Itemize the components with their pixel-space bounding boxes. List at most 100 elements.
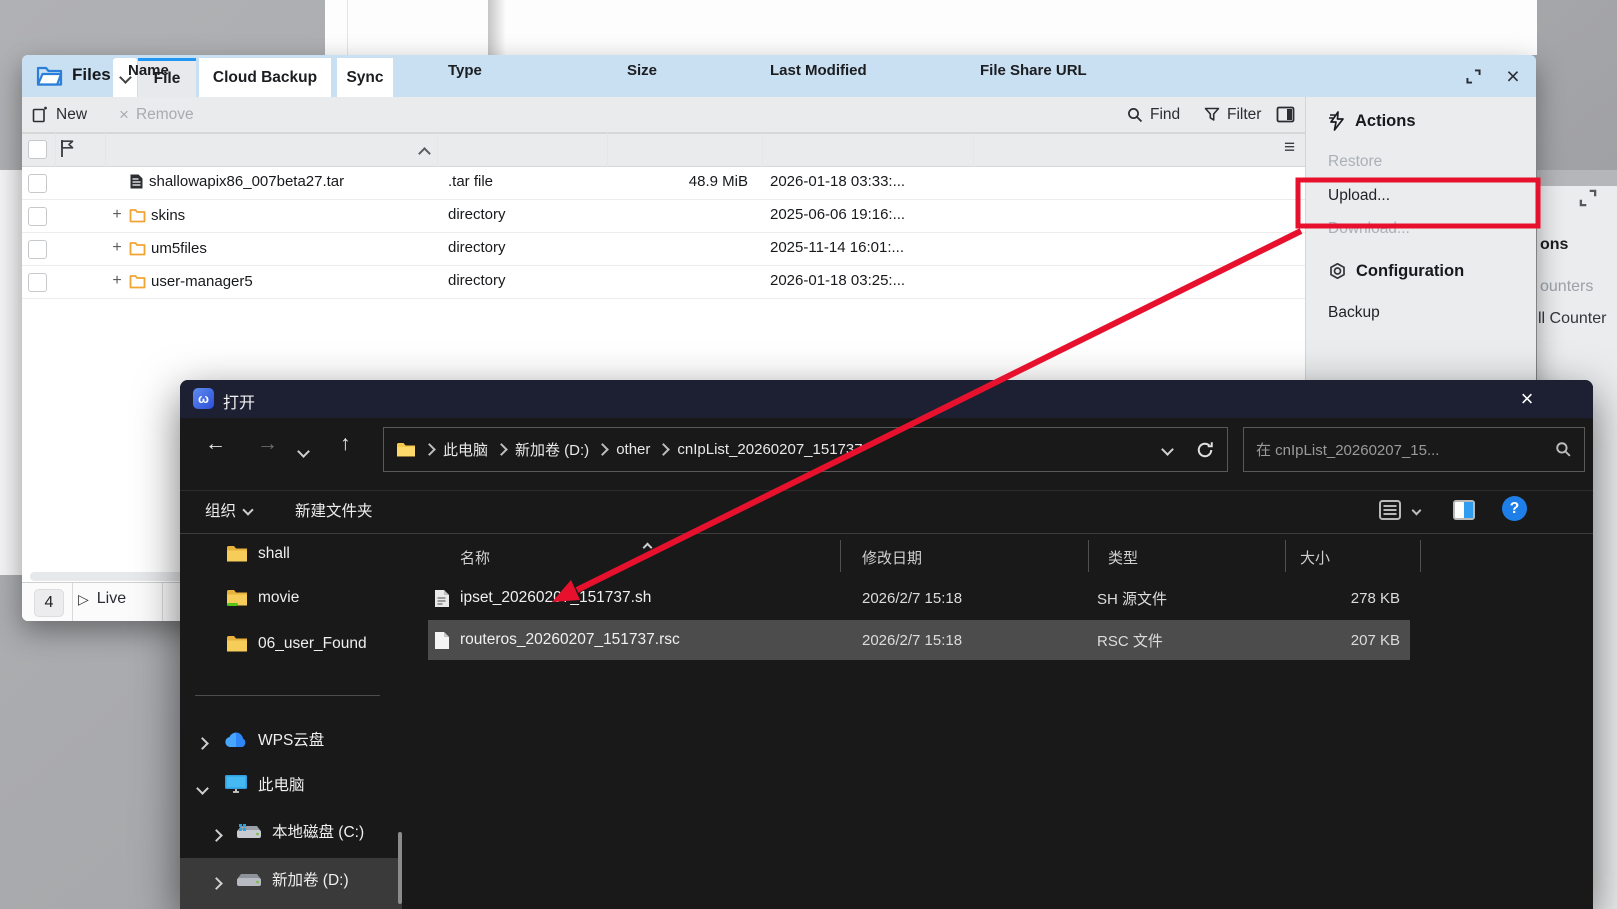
back-button[interactable]: ← bbox=[205, 432, 226, 456]
chevron-down-icon bbox=[242, 504, 254, 516]
chevron-right-icon[interactable] bbox=[196, 735, 209, 753]
table-row[interactable]: + um5files directory 2025-11-14 16:01:..… bbox=[22, 233, 1305, 266]
breadcrumb-current-folder[interactable]: cnIpList_20260207_151737 bbox=[677, 441, 862, 458]
new-button[interactable]: New bbox=[32, 97, 87, 132]
winbox-app-icon: ω bbox=[193, 388, 214, 409]
preview-pane-button[interactable] bbox=[1452, 499, 1476, 521]
side-panel-toggle[interactable] bbox=[1276, 97, 1295, 132]
help-button[interactable]: ? bbox=[1502, 496, 1527, 521]
chevron-right-icon bbox=[423, 443, 436, 456]
lightning-icon bbox=[1329, 111, 1344, 131]
sidebar-item-drive-d[interactable]: 新加卷 (D:) bbox=[236, 868, 349, 890]
select-all-checkbox[interactable] bbox=[28, 140, 47, 159]
drive-d-icon bbox=[237, 874, 261, 886]
chevron-right-icon[interactable] bbox=[210, 875, 223, 893]
upload-menu-item[interactable]: Upload... bbox=[1328, 187, 1390, 205]
row-checkbox[interactable] bbox=[28, 240, 47, 259]
forward-button[interactable]: → bbox=[257, 432, 278, 456]
filter-icon bbox=[1204, 107, 1220, 121]
sidebar-item-drive-c[interactable]: 本地磁盘 (C:) bbox=[236, 820, 364, 842]
column-header-url[interactable]: File Share URL bbox=[980, 62, 1087, 79]
column-header-type[interactable]: 类型 bbox=[1108, 547, 1138, 568]
expand-toggle[interactable]: + bbox=[110, 272, 124, 290]
configuration-icon bbox=[1330, 262, 1345, 280]
column-header-date[interactable]: 修改日期 bbox=[862, 547, 922, 568]
address-bar[interactable]: 此电脑 新加卷 (D:) other cnIpList_20260207_151… bbox=[383, 427, 1228, 472]
column-header-type[interactable]: Type bbox=[448, 62, 482, 79]
row-checkbox[interactable] bbox=[28, 273, 47, 292]
table-row[interactable]: + user-manager5 directory 2026-01-18 03:… bbox=[22, 266, 1305, 299]
live-button[interactable]: ▷ Live bbox=[78, 590, 126, 608]
maximize-button[interactable] bbox=[1460, 63, 1486, 89]
background-window-left bbox=[0, 170, 22, 575]
chevron-down-icon[interactable] bbox=[196, 780, 209, 798]
folder-icon bbox=[227, 636, 247, 652]
folder-sync-icon bbox=[227, 590, 247, 606]
folder-icon bbox=[129, 241, 146, 255]
refresh-icon[interactable] bbox=[1195, 440, 1215, 460]
column-header-modified[interactable]: Last Modified bbox=[770, 62, 867, 79]
monitor-icon bbox=[225, 775, 247, 793]
file-row-routeros-selected[interactable]: routeros_20260207_151737.rsc 2026/2/7 15… bbox=[428, 620, 1410, 660]
table-row[interactable]: + skins directory 2025-06-06 19:16:... bbox=[22, 200, 1305, 233]
list-view-icon bbox=[1379, 500, 1401, 520]
chevron-down-icon bbox=[1411, 505, 1422, 515]
sidebar-scrollbar[interactable] bbox=[398, 832, 402, 904]
close-button[interactable]: × bbox=[1500, 63, 1526, 89]
background-truncated-text: ons bbox=[1540, 236, 1569, 253]
sidebar-item-this-pc[interactable]: 此电脑 bbox=[224, 773, 305, 795]
background-truncated-text: ll Counter bbox=[1538, 310, 1607, 327]
address-dropdown-icon[interactable] bbox=[1161, 443, 1174, 456]
row-checkbox[interactable] bbox=[28, 174, 47, 193]
table-row[interactable]: shallowapix86_007beta27.tar .tar file 48… bbox=[22, 167, 1305, 200]
download-menu-item[interactable]: Download... bbox=[1328, 220, 1410, 238]
breadcrumb-this-pc[interactable]: 此电脑 bbox=[443, 439, 488, 460]
search-icon bbox=[1128, 107, 1143, 122]
file-row-ipset[interactable]: ipset_20260207_151737.sh 2026/2/7 15:18 … bbox=[428, 578, 1410, 618]
drive-c-icon bbox=[237, 824, 261, 838]
sidebar-item-movie[interactable]: movie bbox=[226, 589, 299, 607]
expand-toggle[interactable]: + bbox=[110, 239, 124, 257]
item-count-badge: 4 bbox=[34, 589, 64, 617]
chevron-right-icon[interactable] bbox=[210, 827, 223, 845]
sidebar-item-06-user-found[interactable]: 06_user_Found bbox=[226, 635, 367, 653]
find-button[interactable]: Find bbox=[1127, 97, 1180, 132]
new-folder-button[interactable]: 新建文件夹 bbox=[295, 499, 373, 521]
search-input[interactable]: 在 cnIpList_20260207_15... bbox=[1243, 427, 1585, 472]
dialog-title: 打开 bbox=[223, 395, 256, 412]
restore-menu-item[interactable]: Restore bbox=[1328, 153, 1382, 171]
column-header-name[interactable]: 名称 bbox=[460, 547, 490, 568]
recent-locations-button[interactable] bbox=[297, 443, 310, 461]
sidebar-item-shall[interactable]: shall bbox=[226, 545, 290, 563]
remove-button[interactable]: × Remove bbox=[119, 97, 194, 132]
view-mode-button[interactable] bbox=[1378, 499, 1422, 521]
column-menu-icon[interactable]: ≡ bbox=[1284, 137, 1295, 159]
expand-toggle[interactable]: + bbox=[110, 206, 124, 224]
open-file-dialog: ω 打开 × ← → ↑ 此电脑 新加卷 (D:) other cnIpList… bbox=[180, 380, 1593, 909]
file-icon bbox=[130, 174, 143, 189]
filter-button[interactable]: Filter bbox=[1204, 97, 1261, 132]
breadcrumb-drive-d[interactable]: 新加卷 (D:) bbox=[515, 439, 589, 460]
configuration-heading: Configuration bbox=[1328, 262, 1464, 281]
backup-menu-item[interactable]: Backup bbox=[1328, 304, 1380, 322]
sidebar-item-wps-cloud[interactable]: WPS云盘 bbox=[224, 728, 324, 750]
breadcrumb-other[interactable]: other bbox=[616, 441, 650, 458]
chevron-right-icon bbox=[657, 443, 671, 456]
folder-logo-icon bbox=[36, 64, 64, 88]
row-checkbox[interactable] bbox=[28, 207, 47, 226]
tab-sync[interactable]: Sync bbox=[337, 58, 393, 97]
dialog-close-button[interactable]: × bbox=[1512, 385, 1542, 413]
column-header-size[interactable]: Size bbox=[627, 62, 657, 79]
background-window-top bbox=[325, 0, 1537, 55]
up-button[interactable]: ↑ bbox=[340, 432, 351, 456]
tab-cloud-backup[interactable]: Cloud Backup bbox=[199, 58, 331, 97]
preview-pane-icon bbox=[1453, 500, 1475, 520]
files-toolbar bbox=[22, 97, 1305, 133]
play-icon: ▷ bbox=[78, 590, 89, 607]
organize-button[interactable]: 组织 bbox=[205, 499, 254, 521]
column-header-size[interactable]: 大小 bbox=[1300, 547, 1330, 568]
actions-heading: Actions bbox=[1328, 111, 1416, 131]
sidebar-divider bbox=[195, 695, 380, 696]
sort-ascending-icon bbox=[642, 538, 653, 556]
column-header-name[interactable]: Name bbox=[128, 62, 169, 79]
